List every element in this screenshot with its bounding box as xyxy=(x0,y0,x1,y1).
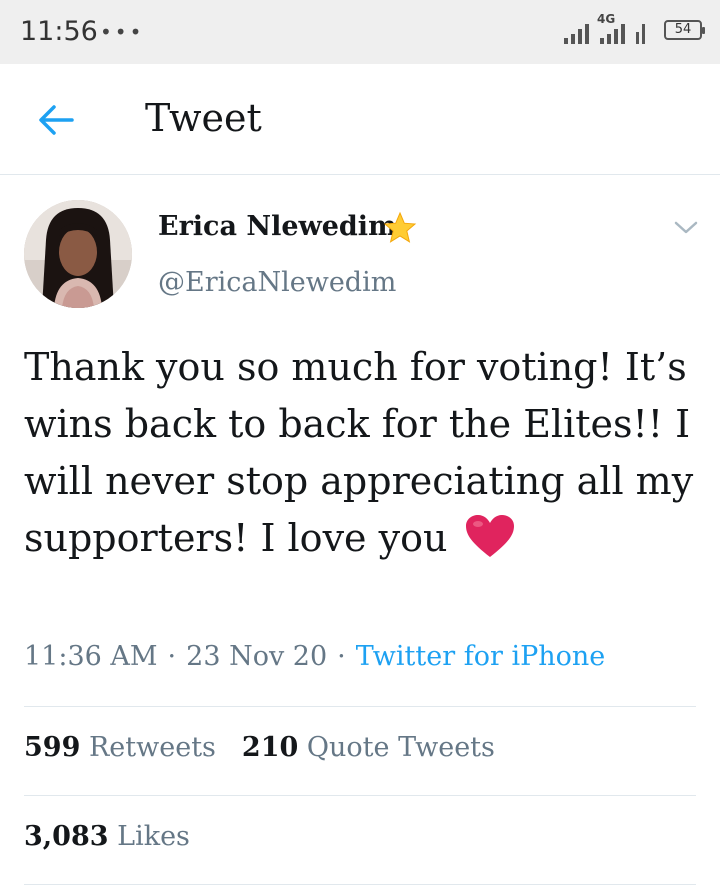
retweets-count: 599 xyxy=(24,732,81,763)
tweet-text: Thank you so much for voting! It’s wins … xyxy=(24,339,704,567)
status-indicators: 4G 54 xyxy=(562,12,705,48)
chevron-down-icon[interactable] xyxy=(672,218,700,238)
tweet-date: 23 Nov 20 xyxy=(186,641,328,672)
status-bar: 11:56 ••• 4G 54 xyxy=(0,0,720,64)
red-heart-icon xyxy=(465,515,514,557)
separator-dot: · xyxy=(167,641,177,672)
quote-tweets-label: Quote Tweets xyxy=(306,732,495,763)
divider xyxy=(24,795,696,796)
top-navigation-bar: Tweet xyxy=(0,64,720,175)
battery-icon: 54 xyxy=(664,20,705,40)
retweets-stat[interactable]: 599 Retweets xyxy=(24,732,216,763)
author-name[interactable]: Erica Nlewedim xyxy=(158,211,397,242)
avatar-image xyxy=(24,200,132,308)
retweets-label: Retweets xyxy=(88,732,216,763)
arrow-left-icon[interactable] xyxy=(36,100,76,140)
status-time: 11:56 xyxy=(20,16,98,47)
separator-dot: · xyxy=(337,641,346,672)
likes-stats-row: 3,083 Likes xyxy=(24,821,190,852)
signal-icon xyxy=(564,24,645,44)
likes-count: 3,083 xyxy=(24,821,109,852)
quote-tweets-count: 210 xyxy=(241,732,299,763)
author-handle[interactable]: @EricaNlewedim xyxy=(158,267,396,298)
tweet-text-content: Thank you so much for voting! It’s wins … xyxy=(24,345,694,560)
likes-label: Likes xyxy=(117,821,190,852)
network-type-label: 4G xyxy=(597,12,616,26)
page-title: Tweet xyxy=(145,96,262,140)
avatar[interactable] xyxy=(24,200,132,308)
star-icon xyxy=(383,211,417,243)
tweet-source-link[interactable]: Twitter for iPhone xyxy=(356,641,606,672)
retweet-stats-row: 599 Retweets 210 Quote Tweets xyxy=(24,732,495,763)
likes-stat[interactable]: 3,083 Likes xyxy=(24,821,190,852)
quote-tweets-stat[interactable]: 210 Quote Tweets xyxy=(242,732,495,763)
divider xyxy=(24,884,696,885)
notification-dots: ••• xyxy=(100,20,145,44)
divider xyxy=(24,706,696,707)
tweet-time: 11:36 AM xyxy=(24,641,158,672)
tweet-meta: 11:36 AM · 23 Nov 20 · Twitter for iPhone xyxy=(24,641,605,672)
